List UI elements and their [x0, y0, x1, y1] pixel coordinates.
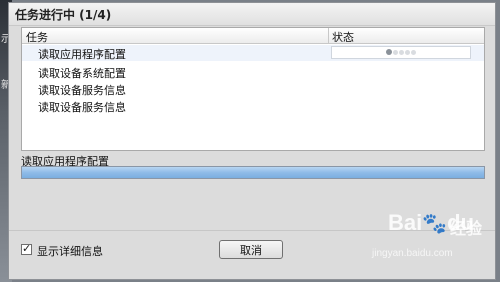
table-row[interactable]: 读取设备系统配置 [22, 64, 484, 80]
status-indicator [331, 46, 471, 59]
show-details-checkbox[interactable]: ✓ [21, 242, 32, 255]
task-label: 读取应用程序配置 [38, 48, 126, 61]
status-dot [411, 50, 416, 55]
dialog-title: 任务进行中 (1/4) [15, 8, 112, 22]
task-progress-dialog: 任务进行中 (1/4) 任务 状态 读取应用程序配置 读取设备系统配置 读取设备… [8, 2, 496, 280]
status-dot-active [386, 49, 392, 55]
table-header: 任务 状态 [22, 28, 484, 44]
show-details-label[interactable]: 显示详细信息 [37, 243, 103, 259]
column-divider[interactable] [328, 28, 329, 43]
dialog-titlebar: 任务进行中 (1/4) [9, 3, 495, 26]
task-label: 读取设备服务信息 [38, 84, 126, 97]
status-dot [405, 50, 410, 55]
progress-bar-fill [22, 167, 484, 178]
cancel-button[interactable]: 取消 [219, 240, 283, 259]
task-label: 读取设备系统配置 [38, 67, 126, 80]
progress-bar [21, 166, 485, 179]
column-header-task[interactable]: 任务 [26, 29, 48, 45]
table-row[interactable]: 读取设备服务信息 [22, 98, 484, 114]
column-header-status[interactable]: 状态 [332, 29, 354, 45]
table-row[interactable]: 读取应用程序配置 [22, 45, 484, 61]
status-dot [393, 50, 398, 55]
task-table: 任务 状态 读取应用程序配置 读取设备系统配置 读取设备服务信息 读取设备服务信… [21, 27, 485, 151]
task-label: 读取设备服务信息 [38, 101, 126, 114]
footer-divider [9, 230, 495, 231]
table-row[interactable]: 读取设备服务信息 [22, 81, 484, 97]
progress-dots [386, 49, 417, 57]
checkmark-icon: ✓ [22, 242, 32, 255]
status-dot [399, 50, 404, 55]
